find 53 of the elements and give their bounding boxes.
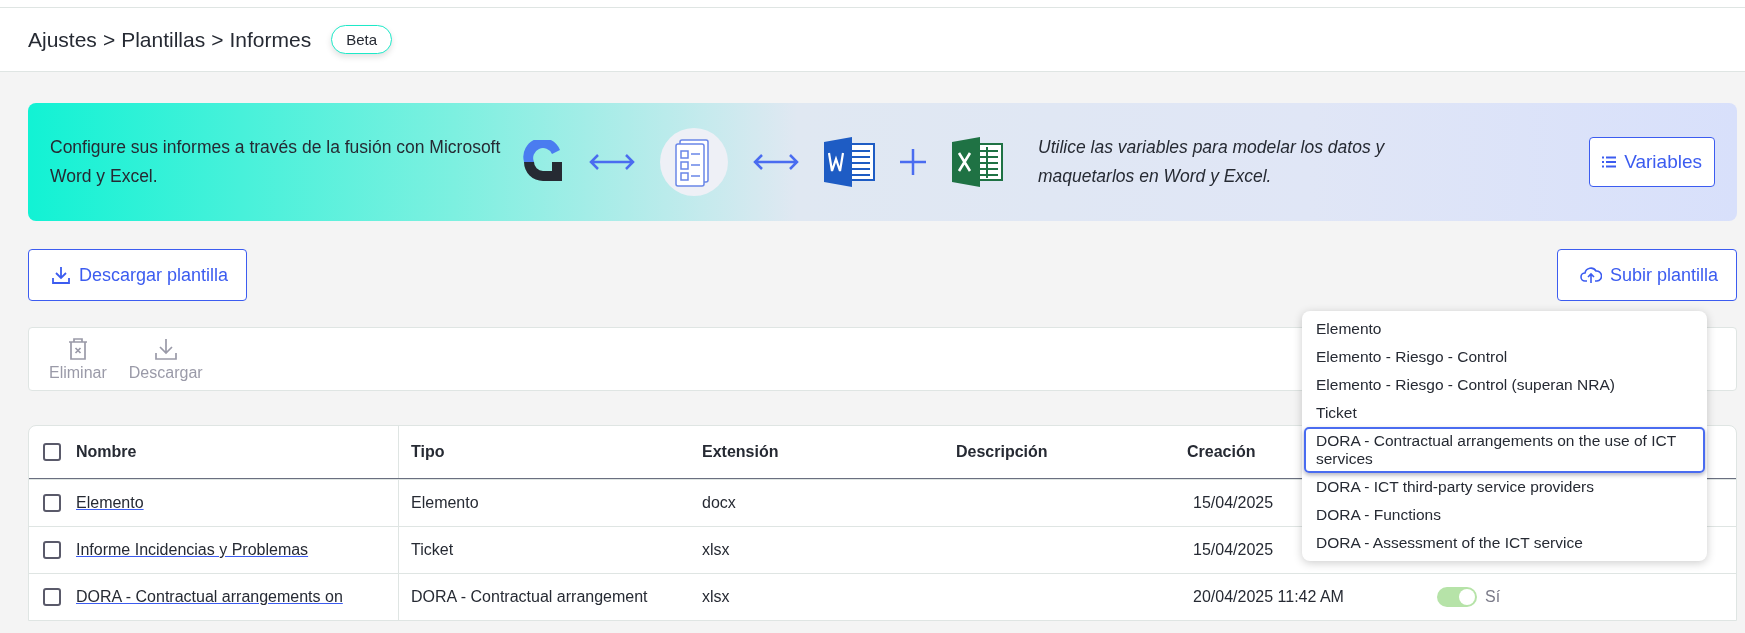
column-header[interactable]: Tipo bbox=[411, 443, 445, 461]
template-name-link[interactable]: Informe Incidencias y Problemas bbox=[76, 541, 309, 559]
download-icon bbox=[51, 265, 71, 285]
table-cell: Elemento bbox=[411, 494, 479, 512]
dropdown-option[interactable]: Elemento - Riesgo - Control (superan NRA) bbox=[1304, 371, 1705, 399]
table-cell-text: 15/04/2025 bbox=[1192, 541, 1274, 559]
table-cell: xlsx bbox=[702, 541, 730, 559]
breadcrumb-item[interactable]: Plantillas bbox=[121, 27, 206, 52]
column-header[interactable]: Extensión bbox=[702, 443, 779, 461]
dropdown-option[interactable]: DORA - Assessment of the ICT service bbox=[1304, 529, 1705, 557]
column-header[interactable]: Creación bbox=[1187, 443, 1256, 461]
table-cell-text: 15/04/2025 bbox=[1192, 494, 1274, 512]
row-checkbox[interactable] bbox=[43, 588, 61, 606]
document-list-icon bbox=[658, 126, 730, 198]
dropdown-option[interactable]: Ticket bbox=[1304, 399, 1705, 427]
dropdown-option[interactable]: DORA - Contractual arrangements on the use of ICT services bbox=[1304, 427, 1705, 473]
select-all-checkbox[interactable] bbox=[43, 443, 61, 461]
column-header[interactable]: Descripción bbox=[956, 443, 1048, 461]
table-cell: Ticket bbox=[411, 541, 454, 559]
dropdown-option[interactable]: Elemento - Riesgo - Control bbox=[1304, 343, 1705, 371]
word-icon bbox=[822, 135, 876, 189]
banner-text: Utilice las variables para modelar los datos y maquetarlos en Word y Excel. bbox=[1038, 136, 1386, 188]
dropdown-option[interactable]: DORA - Functions bbox=[1304, 501, 1705, 529]
cloud-upload-icon bbox=[1579, 266, 1602, 284]
download-icon bbox=[153, 336, 178, 361]
breadcrumb-item: Informes bbox=[229, 27, 312, 52]
double-arrow-icon bbox=[752, 152, 800, 172]
breadcrumb-separator: > bbox=[211, 27, 224, 52]
toggle-switch[interactable] bbox=[1437, 587, 1477, 607]
row-checkbox[interactable] bbox=[43, 494, 61, 512]
plus-icon bbox=[898, 147, 928, 177]
download-template-button[interactable]: Descargar plantilla bbox=[28, 249, 248, 301]
template-name-link[interactable]: DORA - Contractual arrangements on bbox=[76, 588, 343, 606]
trash-icon bbox=[66, 336, 89, 361]
list-icon bbox=[1602, 156, 1617, 168]
table-cell: DORA - Contractual arrangement bbox=[411, 588, 648, 606]
dropdown-option[interactable]: DORA - ICT third-party service providers bbox=[1304, 473, 1705, 501]
table-cell: docx bbox=[702, 494, 736, 512]
row-checkbox[interactable] bbox=[43, 541, 61, 559]
double-arrow-icon bbox=[588, 152, 636, 172]
excel-icon bbox=[950, 135, 1004, 189]
table-cell: xlsx bbox=[702, 588, 730, 606]
column-header[interactable]: Nombre bbox=[76, 443, 137, 461]
banner-text: Configure sus informes a través de la fusión con Microsoft Word y Excel. bbox=[50, 136, 502, 188]
toggle-label: Sí bbox=[1485, 588, 1501, 606]
breadcrumb-separator: > bbox=[102, 27, 116, 52]
upload-template-button[interactable]: Subir plantilla bbox=[1556, 249, 1737, 301]
variables-button[interactable]: Variables bbox=[1589, 137, 1715, 187]
beta-badge: Beta bbox=[331, 25, 392, 54]
dropdown-option[interactable]: Elemento bbox=[1304, 315, 1705, 343]
table-cell-text: 20/04/2025 11:42 AM bbox=[1192, 588, 1344, 606]
template-name-link[interactable]: Elemento bbox=[76, 494, 144, 512]
breadcrumb-item[interactable]: Ajustes bbox=[28, 27, 97, 52]
